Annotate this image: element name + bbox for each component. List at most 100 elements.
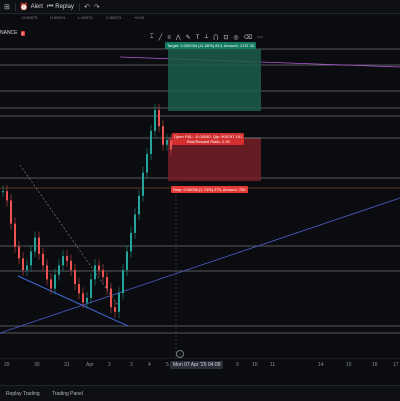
magnet-icon[interactable]: ⋂ [213,34,218,41]
time-tick: 15 [346,362,352,368]
time-tick: 3 [130,362,133,368]
candle-body [154,109,156,131]
candle-body [122,270,124,294]
candle-body [94,265,96,280]
time-tick: 10 [252,362,258,368]
trendline-icon[interactable]: ╱ [159,34,163,41]
layout-button[interactable]: ⊞ [4,3,10,11]
candle-body [66,256,68,261]
current-time-label: Mon 07 Apr '25 04:00 [170,361,224,369]
exchange-badge: E [20,30,26,36]
toolbar-divider [78,2,80,11]
trading-panel-tab[interactable]: Trading Panel [52,391,83,397]
candle-body [130,232,132,252]
candle-body [6,191,8,201]
target-label[interactable]: Target: 0.000034 (11.06%) 814, Amount: 1… [165,42,257,49]
trash-icon[interactable]: ⌫ [244,34,252,41]
candlestick-series [2,103,172,318]
replay-icon: ⏮ [46,2,54,10]
open-value: O.00073 [22,15,38,20]
exchange-name: NANCE [0,30,18,36]
candle-body [86,297,88,303]
time-tick: 8 [218,362,221,368]
time-tick: 4 [148,362,151,368]
candle-body [78,283,80,294]
candle-body [70,260,72,271]
candle-body [158,109,160,127]
candle-body [90,279,92,298]
time-tick: 29 [4,362,10,368]
open-pnl-label[interactable]: Open P&L: -0.00040, Qty: 905797.101 Risk… [172,133,245,145]
low-value: L.00070 [78,15,93,20]
undo-icon: ↶ [83,3,90,11]
pattern-icon[interactable]: ⋀ [176,34,181,41]
candle-body [30,251,32,266]
candle-body [150,130,152,155]
candle-body [10,200,12,224]
open-pnl-line2: Risk/Reward Ratio: 2.35 [186,139,230,144]
candle-body [146,154,148,173]
measure-icon[interactable]: ⟂ [204,34,208,41]
toolbar-divider [14,2,16,11]
time-tick: 9 [236,362,239,368]
candle-body [114,307,116,312]
target-zone[interactable] [168,49,261,111]
candle-body [34,237,36,252]
alert-icon: ⏰ [19,3,29,11]
visibility-icon[interactable]: ◎ [233,34,238,41]
time-tick: 30 [34,362,40,368]
lock-icon[interactable]: ⊡ [223,34,228,41]
time-tick: 31 [64,362,70,368]
candle-body [98,265,100,271]
time-tick: 14 [318,362,324,368]
candle-body [74,270,76,284]
candle-body [134,214,136,233]
time-tick: 17 [393,362,399,368]
replay-marker-icon[interactable]: ↓ [176,350,184,358]
brush-icon[interactable]: ✎ [186,34,191,41]
crosshair-icon[interactable]: ⌶ [150,34,154,41]
redo-icon: ↷ [93,3,100,11]
candle-body [50,279,52,289]
candle-body [18,246,20,259]
fib-icon[interactable]: ≡ [167,35,171,41]
more-icon[interactable]: ⋯ [257,34,263,41]
replay-label: Replay [55,3,74,10]
time-tick: 11 [270,362,276,368]
candle-body [162,126,164,145]
text-icon[interactable]: T [196,35,200,41]
drawing-toolbar: ⌶ ╱ ≡ ⋀ ✎ T ⟂ ⋂ ⊡ ◎ ⌫ ⋯ [150,33,263,42]
top-toolbar: ⊞ ⏰ Alert ⏮ Replay ↶ ↷ [0,0,400,14]
candle-body [102,270,104,277]
time-tick: 2 [108,362,111,368]
candle-body [106,277,108,289]
layout-icon: ⊞ [4,3,10,11]
bottom-panel-bar: Replay Trading Trading Panel [0,385,400,401]
candle-body [82,293,84,303]
stop-label[interactable]: Stop: 0.00036 (1.74%) 279, Amount: 750 [171,186,248,193]
alert-button[interactable]: ⏰ Alert [20,3,43,11]
high-value: H.00074 [50,15,66,20]
candle-body [2,191,4,193]
candle-body [138,195,140,215]
time-tick: Apr [86,362,94,368]
replay-button[interactable]: ⏮ Replay [47,3,74,11]
redo-button[interactable]: ↷ [94,3,100,11]
symbol-exchange[interactable]: NANCE E [0,30,26,36]
change-value: +0.00 [134,15,145,20]
candle-body [58,265,60,275]
candle-body [14,223,16,247]
candle-body [22,258,24,271]
time-axis[interactable]: 29 30 31 Apr 2 3 4 5 Mon 07 Apr '25 04:0… [0,358,400,371]
candle-body [54,274,56,289]
close-value: C.00073 [106,15,122,20]
candle-body [38,237,40,254]
replay-trading-tab[interactable]: Replay Trading [6,391,40,397]
candle-body [142,172,144,196]
alert-label: Alert [30,3,43,10]
undo-button[interactable]: ↶ [84,3,90,11]
candle-body [26,265,28,271]
candle-body [126,251,128,271]
candle-body [110,288,112,308]
price-chart[interactable] [0,43,400,357]
